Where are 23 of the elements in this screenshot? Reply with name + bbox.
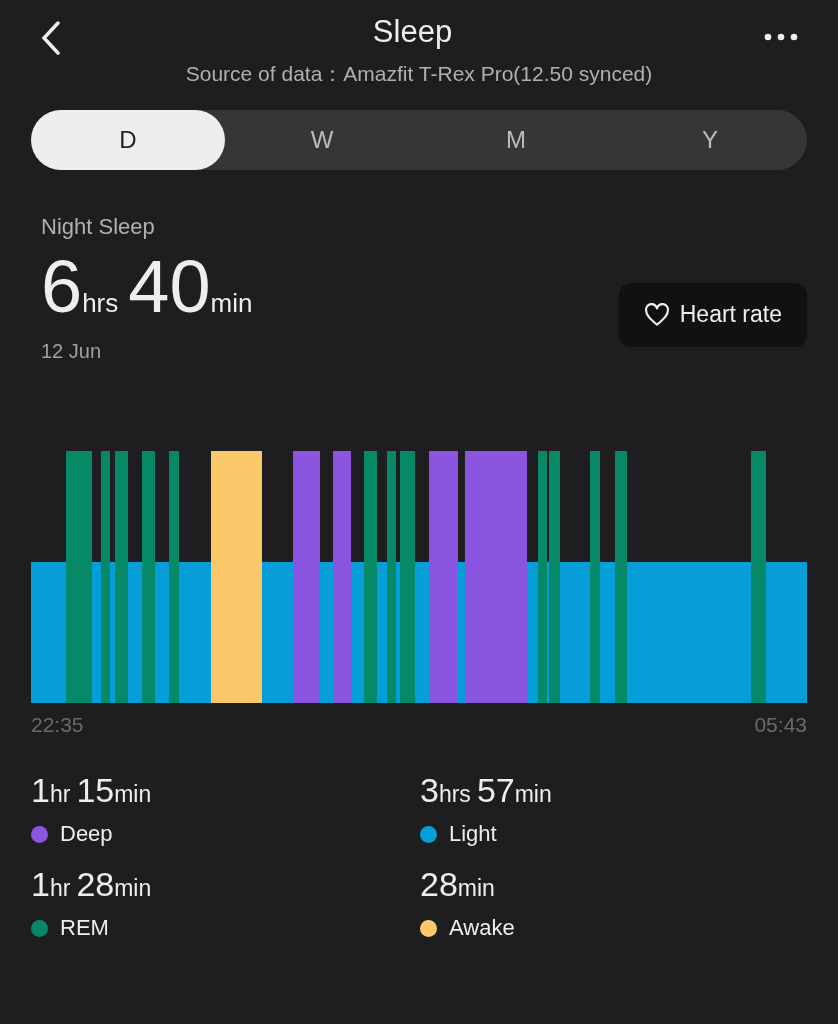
- stage-label: Awake: [449, 915, 515, 941]
- back-icon[interactable]: [41, 21, 61, 55]
- start-time: 22:35: [31, 713, 84, 737]
- end-time: 05:43: [754, 713, 807, 737]
- stage-label: REM: [60, 915, 109, 941]
- data-source: Source of data：Amazfit T-Rex Pro(12.50 synced): [184, 61, 654, 87]
- sleep-date: 12 Jun: [41, 340, 103, 363]
- stage-label: Light: [449, 821, 497, 847]
- section-label: Night Sleep: [41, 214, 156, 240]
- stage-label: Deep: [60, 821, 113, 847]
- more-icon[interactable]: [764, 33, 798, 41]
- stage-duration: 28min: [420, 867, 496, 901]
- stage-duration: 3hrs 57min: [420, 773, 553, 807]
- sleep-duration: 6hrs 40min: [41, 250, 254, 324]
- stage-duration: 1hr 28min: [31, 867, 153, 901]
- period-tab[interactable]: W: [225, 110, 419, 170]
- period-tab[interactable]: M: [419, 110, 613, 170]
- stage-duration: 1hr 15min: [31, 773, 153, 807]
- heart-icon: [643, 302, 670, 327]
- heart-rate-button[interactable]: Heart rate: [618, 282, 807, 347]
- period-tab[interactable]: D: [31, 110, 225, 170]
- page-title: Sleep: [372, 14, 453, 50]
- period-tab[interactable]: Y: [613, 110, 807, 170]
